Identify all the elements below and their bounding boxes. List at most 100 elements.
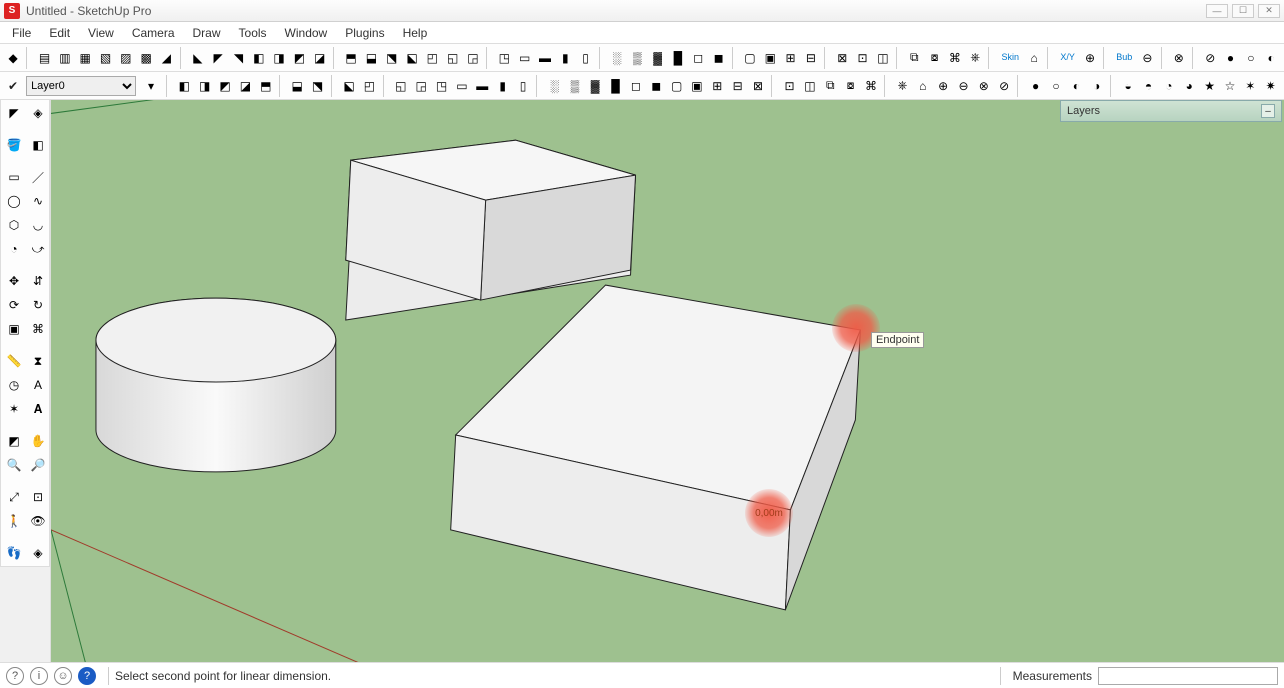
tl-icon[interactable]: ▯: [514, 75, 532, 97]
freehand-icon[interactable]: ∿: [27, 190, 49, 212]
layer-select[interactable]: Layer0: [26, 76, 136, 96]
ruler-small-icon[interactable]: ⬔: [308, 75, 326, 97]
doc4-icon[interactable]: ◒: [1119, 75, 1137, 97]
bush-icon[interactable]: ◐: [1262, 47, 1280, 69]
plugin3-icon[interactable]: ▓: [586, 75, 604, 97]
arc2-icon[interactable]: ⤻: [27, 238, 49, 260]
plugin8-icon[interactable]: ▣: [688, 75, 706, 97]
rev2-icon[interactable]: ⧇: [925, 47, 943, 69]
text-icon[interactable]: A: [27, 374, 49, 396]
roof3-icon[interactable]: ◤: [209, 47, 227, 69]
cut1-icon[interactable]: ◳: [495, 47, 513, 69]
pers5-icon[interactable]: ⊘: [995, 75, 1013, 97]
protractor-icon[interactable]: ◷: [3, 374, 25, 396]
walk-icon[interactable]: ✋: [27, 430, 49, 452]
globe-icon[interactable]: ★: [1200, 75, 1218, 97]
push6-icon[interactable]: ◰: [423, 47, 441, 69]
rev4-icon[interactable]: ⎈: [966, 47, 984, 69]
grass1-icon[interactable]: ⊘: [1201, 47, 1219, 69]
pers2-icon[interactable]: ⊕: [934, 75, 952, 97]
palette-icon[interactable]: ◆: [4, 47, 22, 69]
map2-icon[interactable]: ◔: [1160, 75, 1178, 97]
dimension-icon[interactable]: ⧗: [27, 350, 49, 372]
cube2-icon[interactable]: ✶: [1241, 75, 1259, 97]
pers4-icon[interactable]: ⊗: [975, 75, 993, 97]
info-icon[interactable]: i: [30, 667, 48, 685]
doc3-icon[interactable]: ◑: [1088, 75, 1106, 97]
select-arrow-icon[interactable]: ◤: [3, 102, 25, 124]
bars1-icon[interactable]: ▢: [741, 47, 759, 69]
rt-icon[interactable]: ▭: [453, 75, 471, 97]
axes-icon[interactable]: ✶: [3, 398, 25, 420]
bars2-icon[interactable]: ▣: [761, 47, 779, 69]
grid1-icon[interactable]: ⊠: [833, 47, 851, 69]
plugin6-icon[interactable]: ◼: [647, 75, 665, 97]
bl-icon[interactable]: ▮: [493, 75, 511, 97]
zoom-win-icon[interactable]: ⊡: [27, 486, 49, 508]
paint-icon[interactable]: ⬓: [288, 75, 306, 97]
maximize-button[interactable]: ☐: [1232, 4, 1254, 18]
hatch1-icon[interactable]: ▤: [35, 47, 53, 69]
push2-icon[interactable]: ⬒: [342, 47, 360, 69]
rev3-icon[interactable]: ⌘: [946, 47, 964, 69]
record-icon[interactable]: ⊕: [1081, 47, 1099, 69]
menu-plugins[interactable]: Plugins: [337, 25, 392, 41]
hatch3-icon[interactable]: ▦: [76, 47, 94, 69]
undo-icon[interactable]: ⬕: [340, 75, 358, 97]
plugin4-icon[interactable]: █: [606, 75, 624, 97]
bulb-icon[interactable]: ⧇: [841, 75, 859, 97]
menu-help[interactable]: Help: [395, 25, 436, 41]
person-icon[interactable]: ◕: [1180, 75, 1198, 97]
pie-icon[interactable]: ◔: [3, 238, 25, 260]
cube3-icon[interactable]: ✷: [1262, 75, 1280, 97]
bars3-icon[interactable]: ⊞: [781, 47, 799, 69]
push7-icon[interactable]: ◱: [443, 47, 461, 69]
cube1-icon[interactable]: ☆: [1221, 75, 1239, 97]
sphere-icon[interactable]: ◪: [236, 75, 254, 97]
menu-tools[interactable]: Tools: [231, 25, 275, 41]
roof4-icon[interactable]: ◥: [229, 47, 247, 69]
plugin10-icon[interactable]: ⊟: [729, 75, 747, 97]
user-icon[interactable]: ☺: [54, 667, 72, 685]
info-q-icon[interactable]: ⊖: [1138, 47, 1156, 69]
pers6-icon[interactable]: ●: [1026, 75, 1044, 97]
menu-file[interactable]: File: [4, 25, 39, 41]
cut5-icon[interactable]: ▯: [576, 47, 594, 69]
line-icon[interactable]: ／: [27, 166, 49, 188]
menu-edit[interactable]: Edit: [41, 25, 78, 41]
hatch4-icon[interactable]: ▧: [96, 47, 114, 69]
minimize-button[interactable]: —: [1206, 4, 1228, 18]
menu-view[interactable]: View: [80, 25, 122, 41]
play-icon[interactable]: ⌂: [1025, 47, 1043, 69]
hatch5-icon[interactable]: ▨: [117, 47, 135, 69]
measurements-input[interactable]: [1098, 667, 1278, 685]
zoom-ext-icon[interactable]: ⤢: [3, 486, 25, 508]
doc1-icon[interactable]: ○: [1047, 75, 1065, 97]
ray-icon[interactable]: ◫: [801, 75, 819, 97]
paint-bucket-icon[interactable]: 🪣: [3, 134, 25, 156]
grid-view-icon[interactable]: ⎈: [893, 75, 911, 97]
tree-icon[interactable]: ⊗: [1170, 47, 1188, 69]
menu-camera[interactable]: Camera: [124, 25, 183, 41]
person2-icon[interactable]: 🚶: [3, 510, 25, 532]
eraser-icon[interactable]: ◧: [27, 134, 49, 156]
f-icon[interactable]: ◳: [432, 75, 450, 97]
3dtext-icon[interactable]: 𝐀: [27, 398, 49, 420]
roof7-icon[interactable]: ◩: [290, 47, 308, 69]
move-icon[interactable]: ✥: [3, 270, 25, 292]
orbit-icon[interactable]: 🔍: [3, 454, 25, 476]
m-icon[interactable]: ◱: [392, 75, 410, 97]
cut2-icon[interactable]: ▭: [516, 47, 534, 69]
rect3-icon[interactable]: ▓: [648, 47, 666, 69]
hatch2-icon[interactable]: ▥: [56, 47, 74, 69]
rect4-icon[interactable]: █: [669, 47, 687, 69]
pushpull-icon[interactable]: ⇵: [27, 270, 49, 292]
plugin5-icon[interactable]: ◻: [627, 75, 645, 97]
push8-icon[interactable]: ◲: [464, 47, 482, 69]
tag-icon[interactable]: ◈: [27, 102, 49, 124]
scale-icon[interactable]: ▣: [3, 318, 25, 340]
roof5-icon[interactable]: ◧: [250, 47, 268, 69]
prev-icon[interactable]: ◈: [27, 542, 49, 564]
cut3-icon[interactable]: ▬: [536, 47, 554, 69]
close-button[interactable]: ✕: [1258, 4, 1280, 18]
